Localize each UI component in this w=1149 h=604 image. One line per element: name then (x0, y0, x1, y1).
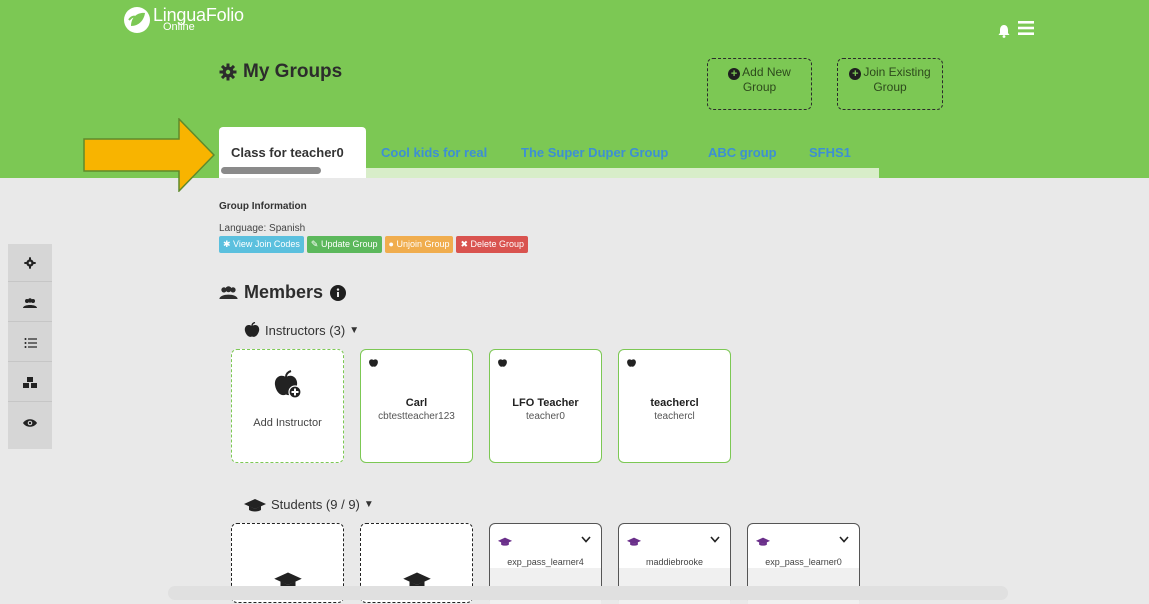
graduation-cap-icon (497, 537, 513, 546)
student-username: exp_pass_learner4 (507, 557, 584, 567)
app-logo[interactable]: LinguaFolio Online (123, 6, 244, 34)
list-icon (24, 337, 37, 348)
instructor-name: Carl (405, 397, 428, 409)
tab-label: Class for teacher0 (231, 145, 344, 160)
gear-icon (219, 63, 237, 81)
delete-group-button[interactable]: ✖ Delete Group (456, 236, 529, 253)
chevron-down-icon: ▼ (349, 324, 360, 336)
sidebar-item-groups[interactable] (8, 284, 52, 322)
users-icon (23, 297, 37, 308)
tab-class-for-teacher0[interactable]: Class for teacher0 (219, 127, 366, 178)
left-sidebar (8, 244, 52, 449)
instructor-card[interactable]: Carl cbtestteacher123 (360, 349, 473, 463)
group-language: Language: Spanish (219, 223, 306, 234)
instructor-card[interactable]: LFO Teacher teacher0 (489, 349, 602, 463)
bottom-scrollbar[interactable] (168, 586, 1008, 600)
info-icon[interactable] (330, 284, 347, 301)
group-information-heading: Group Information (219, 201, 307, 212)
tab-scrollbar[interactable] (221, 167, 321, 174)
tabs-strip (366, 168, 879, 178)
view-join-codes-button[interactable]: ✱ View Join Codes (219, 236, 304, 253)
graduation-cap-icon (755, 537, 771, 546)
members-heading: Members (219, 282, 347, 303)
delete-group-label: Delete Group (470, 239, 525, 249)
apple-icon (498, 359, 507, 367)
instructor-username: cbtestteacher123 (378, 411, 455, 422)
gear-icon (24, 256, 36, 269)
users-icon (219, 286, 238, 299)
page-title-text: My Groups (243, 61, 343, 82)
unjoin-group-button[interactable]: ● Unjoin Group (384, 236, 454, 253)
chevron-down-icon[interactable] (839, 536, 849, 543)
student-username: maddiebrooke (645, 557, 704, 567)
add-instructor-label: Add Instructor (253, 417, 322, 429)
students-toggle[interactable]: Students (9 / 9) ▼ (243, 497, 374, 512)
students-label: Students (9 / 9) (271, 497, 360, 512)
tab-cool-kids-for-real[interactable]: Cool kids for real (381, 145, 487, 160)
update-group-button[interactable]: ✎ Update Group (306, 236, 382, 253)
add-instructor-card[interactable]: Add Instructor (231, 349, 344, 463)
student-username: exp_pass_learner0 (765, 557, 842, 567)
bell-icon[interactable] (998, 24, 1010, 38)
group-actions: ✱ View Join Codes ✎ Update Group ● Unjoi… (219, 236, 529, 253)
tab-the-super-duper-group[interactable]: The Super Duper Group (521, 145, 668, 160)
chevron-down-icon[interactable] (581, 536, 591, 543)
instructor-name: teachercl (650, 397, 699, 409)
chevron-down-icon: ▼ (363, 499, 374, 510)
sidebar-item-list[interactable] (8, 324, 52, 362)
instructor-name: LFO Teacher (512, 397, 579, 409)
update-group-label: Update Group (320, 239, 378, 249)
hamburger-menu-icon[interactable] (1018, 20, 1034, 36)
instructors-label: Instructors (3) (265, 322, 346, 338)
tab-sfhs1[interactable]: SFHS1 (809, 145, 851, 160)
instructors-toggle[interactable]: Instructors (3) ▼ (243, 322, 359, 338)
arrow-icon (83, 118, 215, 192)
sidebar-item-view[interactable] (8, 404, 52, 442)
add-new-group-button[interactable]: + Add New Group (707, 58, 812, 110)
sidebar-item-modules[interactable] (8, 364, 52, 402)
apple-icon (627, 359, 636, 367)
unjoin-group-label: Unjoin Group (396, 239, 450, 249)
plus-circle-icon: + (849, 68, 862, 80)
plus-circle-icon: + (728, 68, 741, 80)
logo-leaf-icon (124, 7, 150, 33)
page-title: My Groups (219, 61, 342, 83)
chevron-down-icon[interactable] (710, 536, 720, 543)
instructor-username: teacher0 (526, 411, 565, 422)
sidebar-item-settings[interactable] (8, 244, 52, 282)
tab-abc-group[interactable]: ABC group (708, 145, 777, 160)
graduation-cap-icon (626, 537, 642, 546)
members-title-text: Members (244, 282, 324, 302)
instructor-card[interactable]: teachercl teachercl (618, 349, 731, 463)
add-new-group-label: Add New Group (742, 65, 791, 94)
cubes-icon (23, 376, 37, 388)
instructor-username: teachercl (654, 411, 695, 422)
top-header: LinguaFolio Online My Groups + Add New G… (0, 0, 1149, 192)
join-existing-group-button[interactable]: + Join Existing Group (837, 58, 943, 110)
eye-icon (23, 419, 37, 427)
apple-icon (369, 359, 378, 367)
apple-icon (274, 370, 302, 399)
view-join-codes-label: View Join Codes (233, 239, 300, 249)
apple-icon (244, 322, 260, 337)
graduation-cap-icon (244, 498, 266, 511)
join-existing-group-label: Join Existing Group (863, 65, 931, 94)
